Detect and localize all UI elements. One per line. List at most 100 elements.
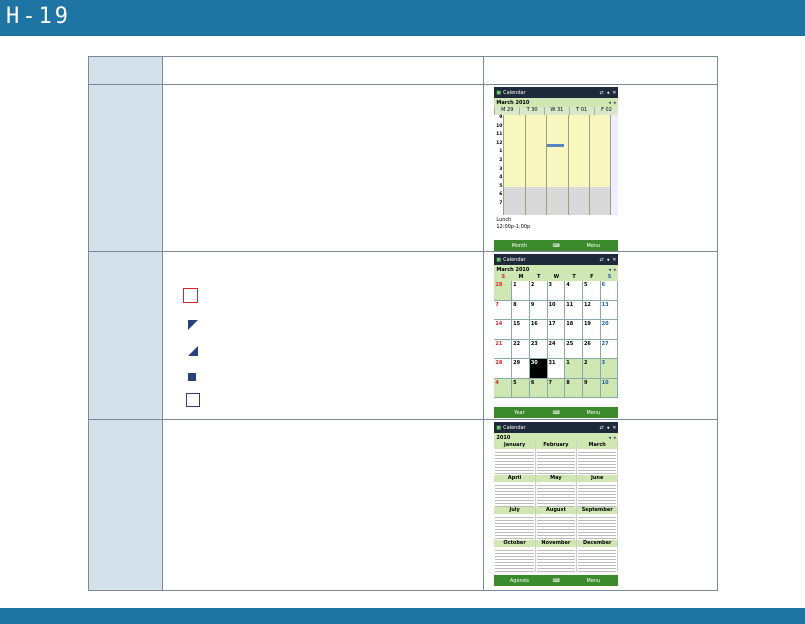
- date-cell[interactable]: 28: [494, 281, 513, 301]
- date-cell[interactable]: 6: [529, 378, 548, 398]
- year-view-screen: ■ Calendar ⇄ ◂ ✕ 2010 ◂ ▸ January Februar…: [494, 422, 619, 586]
- date-cell[interactable]: 29: [512, 359, 530, 379]
- month-block[interactable]: September: [577, 507, 619, 540]
- day-column[interactable]: [589, 115, 611, 215]
- windows-start-icon[interactable]: ■: [496, 257, 501, 263]
- softkey-left[interactable]: Agenda: [494, 578, 544, 584]
- date-cell[interactable]: 2: [582, 359, 601, 379]
- day-label[interactable]: F 02: [593, 107, 619, 115]
- date-cell[interactable]: 7: [494, 300, 513, 320]
- close-icon[interactable]: ✕: [612, 257, 616, 263]
- day-label[interactable]: M 29: [494, 107, 519, 115]
- date-cell[interactable]: 2: [529, 281, 548, 301]
- app-title: Calendar: [503, 256, 526, 263]
- prev-arrow-icon[interactable]: ◂: [608, 267, 611, 273]
- month-name: September: [577, 507, 618, 514]
- date-cell[interactable]: 8: [512, 300, 530, 320]
- softkey-right[interactable]: Menu: [568, 578, 618, 584]
- date-cell[interactable]: 21: [494, 339, 513, 359]
- month-block[interactable]: November: [535, 539, 578, 573]
- close-icon[interactable]: ✕: [612, 425, 616, 431]
- month-block[interactable]: July: [494, 507, 536, 540]
- date-cell[interactable]: 10: [600, 378, 619, 398]
- weekday-label: W: [553, 274, 560, 280]
- softkey-left[interactable]: Month: [494, 243, 544, 249]
- keyboard-icon[interactable]: ⌨: [544, 243, 568, 249]
- day-label[interactable]: T 01: [568, 107, 594, 115]
- month-block[interactable]: January: [494, 442, 536, 475]
- date-cell[interactable]: 14: [494, 320, 513, 340]
- date-cell[interactable]: 1: [565, 359, 583, 379]
- next-arrow-icon[interactable]: ▸: [614, 267, 617, 273]
- appointment-preview: Lunch 12:00p-1:00p: [494, 215, 618, 233]
- date-cell[interactable]: 9: [582, 378, 601, 398]
- date-cell[interactable]: 11: [565, 300, 583, 320]
- keyboard-icon[interactable]: ⌨: [544, 578, 568, 584]
- windows-start-icon[interactable]: ■: [496, 90, 501, 96]
- month-block[interactable]: April: [494, 474, 536, 508]
- scrollbar[interactable]: [610, 115, 619, 215]
- date-cell[interactable]: 3: [547, 281, 566, 301]
- windows-start-icon[interactable]: ■: [496, 425, 501, 431]
- date-cell[interactable]: 25: [565, 339, 583, 359]
- date-cell[interactable]: 13: [600, 300, 619, 320]
- volume-icon[interactable]: ◂: [607, 425, 610, 431]
- volume-icon[interactable]: ◂: [607, 257, 610, 263]
- date-cell[interactable]: 28: [494, 359, 513, 379]
- next-arrow-icon[interactable]: ▸: [614, 435, 617, 441]
- date-cell[interactable]: 31: [547, 359, 566, 379]
- date-cell[interactable]: 30: [529, 359, 548, 379]
- date-cell[interactable]: 1: [512, 281, 530, 301]
- date-cell[interactable]: 27: [600, 339, 619, 359]
- month-block[interactable]: February: [535, 442, 578, 475]
- date-cell[interactable]: 4: [565, 281, 583, 301]
- date-cell[interactable]: 4: [494, 378, 513, 398]
- prev-arrow-icon[interactable]: ◂: [608, 435, 611, 441]
- date-cell[interactable]: 23: [529, 339, 548, 359]
- volume-icon[interactable]: ◂: [607, 90, 610, 96]
- date-cell[interactable]: 18: [565, 320, 583, 340]
- date-cell[interactable]: 3: [600, 359, 619, 379]
- day-column[interactable]: [546, 115, 568, 215]
- day-columns: [503, 115, 611, 215]
- date-cell[interactable]: 10: [547, 300, 566, 320]
- day-label[interactable]: T 30: [519, 107, 544, 115]
- day-column[interactable]: [503, 115, 525, 215]
- date-cell[interactable]: 26: [582, 339, 601, 359]
- softkey-right[interactable]: Menu: [568, 410, 618, 416]
- month-block[interactable]: October: [494, 539, 536, 573]
- month-block[interactable]: August: [535, 507, 578, 540]
- next-arrow-icon[interactable]: ▸: [614, 100, 617, 106]
- month-block[interactable]: May: [535, 474, 578, 508]
- date-cell[interactable]: 24: [547, 339, 566, 359]
- weekday-label: T: [536, 274, 541, 280]
- softkey-right[interactable]: Menu: [568, 243, 618, 249]
- date-cell[interactable]: 8: [565, 378, 583, 398]
- date-cell[interactable]: 12: [582, 300, 601, 320]
- close-icon[interactable]: ✕: [612, 90, 616, 96]
- sync-icon: ⇄: [599, 89, 604, 96]
- day-column[interactable]: [524, 115, 547, 215]
- day-column[interactable]: [567, 115, 590, 215]
- date-cell[interactable]: 15: [512, 320, 530, 340]
- appointment-block[interactable]: [547, 144, 565, 147]
- date-cell[interactable]: 22: [512, 339, 530, 359]
- date-cell[interactable]: 5: [512, 378, 530, 398]
- month-block[interactable]: March: [577, 442, 619, 475]
- date-cell[interactable]: 16: [529, 320, 548, 340]
- day-label[interactable]: W 31: [543, 107, 569, 115]
- prev-arrow-icon[interactable]: ◂: [608, 100, 611, 106]
- date-cell[interactable]: 7: [547, 378, 566, 398]
- week-grid: 9 10 11 12 1 2 3 4 5 6 7: [494, 115, 619, 215]
- date-cell[interactable]: 6: [600, 281, 619, 301]
- softkey-left[interactable]: Year: [494, 410, 544, 416]
- month-name: December: [577, 539, 618, 547]
- date-cell[interactable]: 9: [529, 300, 548, 320]
- date-cell[interactable]: 5: [582, 281, 601, 301]
- date-cell[interactable]: 19: [582, 320, 601, 340]
- date-cell[interactable]: 20: [600, 320, 619, 340]
- date-cell[interactable]: 17: [547, 320, 566, 340]
- keyboard-icon[interactable]: ⌨: [544, 410, 568, 416]
- month-block[interactable]: December: [577, 539, 619, 573]
- month-block[interactable]: June: [577, 474, 619, 508]
